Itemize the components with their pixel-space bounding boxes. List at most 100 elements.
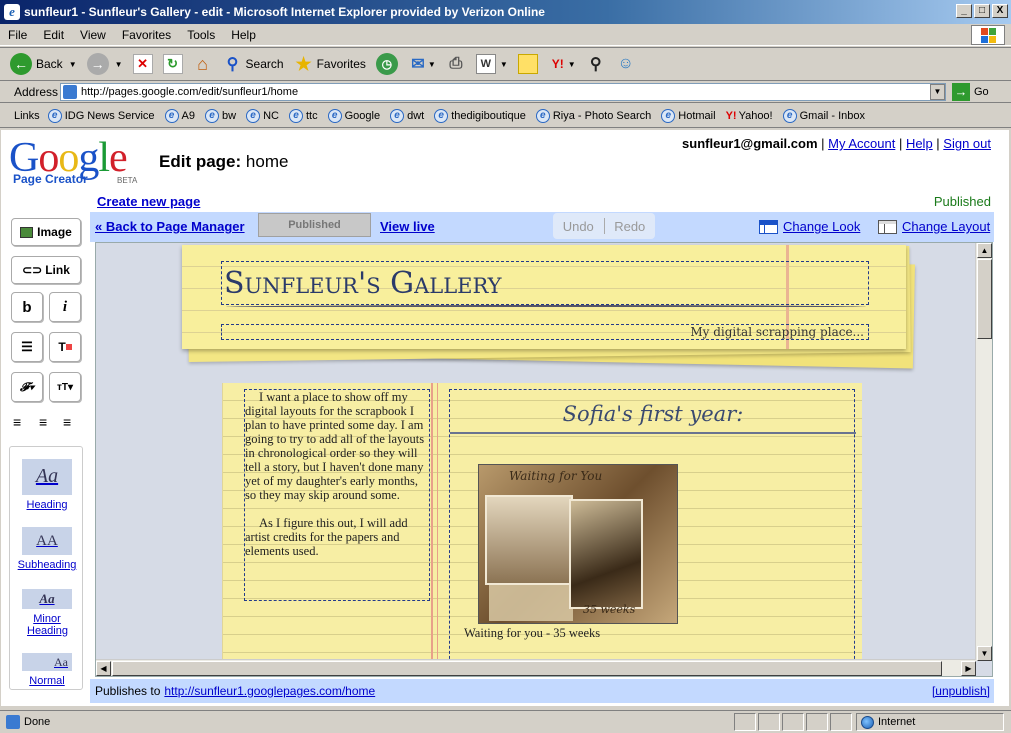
tagline-box[interactable]: My digital scrapping place... [221,324,869,340]
unpublish-link[interactable]: [unpublish] [932,684,990,698]
chevron-down-icon[interactable]: ▼ [115,60,123,69]
maximize-button[interactable]: □ [974,4,990,18]
address-dropdown-icon[interactable]: ▼ [930,84,945,100]
links-bar: Links e IDG News Service e A9 e bw e NC e ttc… [0,104,1011,128]
aim-icon[interactable]: ⚲ [586,54,606,74]
link-item[interactable]: e thedigiboutique [434,108,526,123]
bold-button[interactable]: b [11,292,43,322]
view-live-link[interactable]: View live [380,219,435,234]
favorites-label: Favorites [316,57,366,71]
ie-page-icon: e [288,108,303,123]
left-text-block[interactable]: I want a place to show off my digital la… [244,389,430,601]
layout-icon [878,219,897,234]
menu-bar: File Edit View Favorites Tools Help [0,24,1011,46]
link-item[interactable]: e A9 [164,108,195,123]
address-bar: Address http://pages.google.com/edit/sun… [0,81,1011,103]
links-label: Links [14,109,40,122]
title-underline [226,305,866,309]
image-button[interactable]: Image [11,218,81,246]
change-layout-link[interactable]: Change Layout [878,219,990,234]
refresh-icon[interactable]: ↻ [162,54,183,74]
style-subheading[interactable]: AA Subheading [10,527,84,571]
link-item[interactable]: e Google [327,108,380,123]
link-item[interactable]: Y! Yahoo! [726,110,773,122]
page-icon [63,85,77,99]
link-button[interactable]: ⊂⊃ Link [11,256,81,284]
sign-out-link[interactable]: Sign out [943,136,991,151]
stop-icon[interactable]: ✕ [132,54,153,74]
browser-window: e sunfleur1 - Sunfleur's Gallery - edit … [0,0,1011,733]
scroll-left-icon[interactable]: ◀ [96,661,111,676]
notes-icon[interactable] [517,54,538,74]
site-title-box[interactable]: Sunfleur's Gallery [221,261,869,305]
help-link[interactable]: Help [906,136,933,151]
ie-page-icon: e [327,108,342,123]
menu-view[interactable]: View [72,28,114,42]
bullet-list-icon[interactable]: ☰ [11,332,43,362]
yahoo-icon[interactable]: Y! [548,54,568,74]
right-content-block[interactable]: Sofia's first year: Waiting for You 35 w… [449,389,856,676]
history-icon[interactable]: ◷ [375,53,398,75]
publish-button[interactable]: Published [258,213,371,237]
close-button[interactable]: X [992,4,1008,18]
mail-icon[interactable]: ✉ [408,54,428,74]
change-look-link[interactable]: Change Look [759,219,860,234]
menu-edit[interactable]: Edit [35,28,72,42]
search-button[interactable]: ⚲ Search [223,54,284,74]
look-icon [759,219,778,234]
hscroll-thumb[interactable] [112,661,942,676]
link-item[interactable]: e Riya - Photo Search [535,108,651,123]
menu-tools[interactable]: Tools [179,28,223,42]
my-account-link[interactable]: My Account [828,136,895,151]
scroll-up-icon[interactable]: ▲ [977,243,992,258]
scroll-down-icon[interactable]: ▼ [977,646,992,661]
undo-button[interactable]: Undo [553,219,604,234]
link-item[interactable]: e bw [205,108,236,123]
site-title: Sunfleur's Gallery [224,266,502,301]
style-heading[interactable]: Aa Heading [10,459,84,511]
link-item[interactable]: e NC [246,108,279,123]
menu-file[interactable]: File [0,28,35,42]
print-icon[interactable]: ⎙ [446,54,466,74]
go-button[interactable]: → Go [952,83,989,101]
address-input[interactable]: http://pages.google.com/edit/sunfleur1/h… [60,83,946,101]
published-url-link[interactable]: http://sunfleur1.googlepages.com/home [164,684,375,698]
link-item[interactable]: e dwt [390,108,424,123]
edit-icon[interactable]: W [475,54,496,74]
back-button[interactable]: ← Back ▼ [10,53,77,75]
address-label: Address [14,84,59,99]
link-item[interactable]: e ttc [288,108,318,123]
text-color-icon[interactable]: T [49,332,81,362]
redo-button[interactable]: Redo [605,219,656,234]
link-item[interactable]: e IDG News Service [47,108,155,123]
back-to-page-manager-link[interactable]: « Back to Page Manager [95,219,245,234]
chevron-down-icon[interactable]: ▼ [69,60,77,69]
forward-button[interactable]: → ▼ [86,53,123,75]
scroll-right-icon[interactable]: ▶ [961,661,976,676]
link-item[interactable]: e Gmail - Inbox [782,108,865,123]
align-center-icon[interactable]: ≡ [39,414,47,430]
home-icon[interactable]: ⌂ [193,54,213,74]
style-normal[interactable]: Aa Normal [10,653,84,687]
messenger-icon[interactable]: ☺ [616,54,636,74]
scroll-thumb[interactable] [977,259,992,339]
link-item[interactable]: e Hotmail [661,108,716,123]
minimize-button[interactable]: _ [956,4,972,18]
ie-page-icon: e [205,108,220,123]
align-right-icon[interactable]: ≡ [63,414,71,430]
image-icon [20,226,34,238]
create-new-page-link[interactable]: Create new page [97,194,200,209]
menu-help[interactable]: Help [223,28,264,42]
vertical-scrollbar[interactable]: ▲ ▼ [975,243,992,661]
font-size-icon[interactable]: тT▾ [49,372,81,402]
page-done-icon [6,715,20,729]
favorites-button[interactable]: ★ Favorites [294,54,366,74]
scrapbook-layout-image[interactable]: Waiting for You 35 weeks [478,464,678,624]
font-icon[interactable]: 𝓕▾ [11,372,43,402]
horizontal-scrollbar[interactable]: ◀ ▶ [96,659,976,676]
style-minor-heading[interactable]: Aa Minor Heading [10,589,84,637]
italic-button[interactable]: i [49,292,81,322]
image-script-text-2: 35 weeks [583,603,636,616]
menu-favorites[interactable]: Favorites [114,28,179,42]
align-left-icon[interactable]: ≡ [13,414,21,430]
